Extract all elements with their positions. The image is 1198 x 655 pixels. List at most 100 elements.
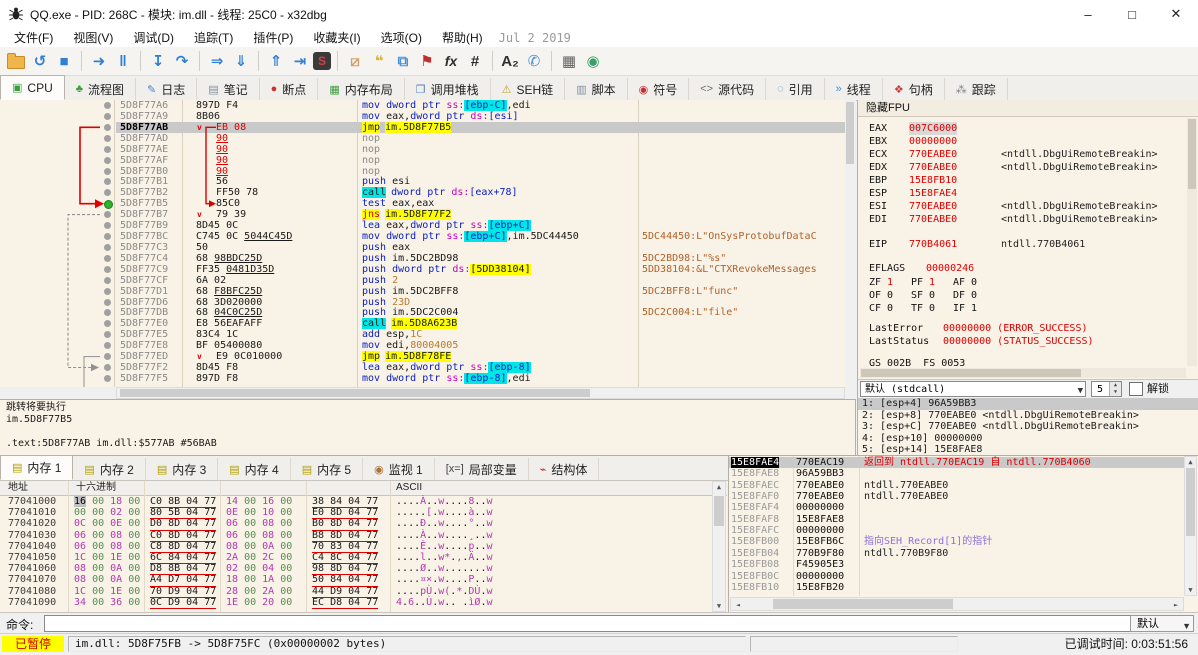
hex-byte[interactable]: 10	[262, 507, 274, 518]
hex-byte[interactable]: 8D	[330, 563, 342, 574]
hex-byte[interactable]: D9	[168, 586, 180, 597]
hex-byte[interactable]: 00	[92, 507, 104, 518]
hex-byte[interactable]: 77	[366, 541, 378, 552]
hex-byte[interactable]: 36	[110, 597, 122, 608]
hex-byte[interactable]: 06	[226, 530, 238, 541]
tab-mem3[interactable]: ▤ 内存 3	[146, 458, 219, 480]
register-row[interactable]: LastStatus 00000000 (STATUS_SUCCESS)	[858, 335, 1198, 348]
register-row[interactable]: EBP 15E8FB10	[858, 174, 1198, 187]
disasm-row[interactable]: 5D8F77E8 BF 05400080 mov edi,80004005	[116, 340, 845, 351]
pause-icon[interactable]: ‖	[112, 50, 134, 72]
step-into-icon[interactable]: ↧	[147, 50, 169, 72]
disasm-row[interactable]: 5D8F77C3 50 push eax	[116, 242, 845, 253]
hex-byte[interactable]: C8	[150, 541, 162, 552]
register-value[interactable]: 00000000 (STATUS_SUCCESS)	[943, 335, 1094, 348]
disasm-row[interactable]: 5D8F77B5 85C0 test eax,eax	[116, 198, 845, 209]
hex-byte[interactable]: 04	[348, 586, 360, 597]
hex-byte[interactable]: 8C	[330, 552, 342, 563]
hex-byte[interactable]: 8D	[330, 507, 342, 518]
run-icon[interactable]: ➜	[88, 50, 110, 72]
bookmarks-icon[interactable]: ⚑	[416, 50, 438, 72]
hex-byte[interactable]: D9	[330, 586, 342, 597]
strings-icon[interactable]: A₂	[499, 50, 521, 72]
registers-hscrollbar[interactable]	[860, 368, 1186, 378]
hex-byte[interactable]: 04	[186, 530, 198, 541]
hex-byte[interactable]: 00	[244, 597, 256, 608]
hex-byte[interactable]: 04	[186, 507, 198, 518]
hide-fpu-button[interactable]: 隐藏FPU	[858, 100, 1198, 117]
tab-call-stack[interactable]: ❐ 调用堆栈	[405, 78, 491, 100]
hex-byte[interactable]: 00	[92, 552, 104, 563]
tab-cpu[interactable]: ▣ CPU	[0, 75, 65, 100]
menu-item-3[interactable]: 追踪(T)	[184, 28, 243, 47]
scrollbar-thumb[interactable]	[773, 599, 953, 609]
tab-script[interactable]: ▥ 脚本	[565, 78, 628, 100]
tab-memory-map[interactable]: ▦ 内存布局	[318, 78, 405, 100]
hex-byte[interactable]: 02	[226, 563, 238, 574]
scroll-down-icon[interactable]: ▼	[713, 602, 725, 610]
hex-byte[interactable]: 04	[186, 518, 198, 529]
disasm-row[interactable]: 5D8F77B1 56 push esi	[116, 176, 845, 187]
hex-byte[interactable]: D7	[168, 574, 180, 585]
hex-byte[interactable]: 77	[204, 507, 216, 518]
disasm-row[interactable]: 5D8F77E0 E8 56EAFAFF call im.5D8A623B	[116, 318, 845, 330]
hex-byte[interactable]: 00	[280, 563, 292, 574]
stack-row[interactable]: 15E8FAE8 96A59BB3	[729, 468, 1184, 479]
hex-byte[interactable]: 00	[128, 507, 140, 518]
hex-byte[interactable]: 70	[312, 541, 324, 552]
hex-byte[interactable]: 02	[110, 507, 122, 518]
hex-byte[interactable]: 6C	[150, 552, 162, 563]
scroll-right-icon[interactable]: ►	[1171, 601, 1181, 609]
register-row[interactable]: LastError 00000000 (ERROR_SUCCESS)	[858, 322, 1198, 335]
hex-byte[interactable]: 04	[186, 597, 198, 608]
register-row[interactable]: EDX 770EABE0 <ntdll.DbgUiRemoteBreakin>	[858, 161, 1198, 174]
hex-byte[interactable]: 00	[128, 552, 140, 563]
scroll-down-icon[interactable]: ▼	[1185, 586, 1196, 594]
hex-byte[interactable]: 00	[92, 518, 104, 529]
register-row[interactable]: EAX 007C6000	[858, 122, 1198, 135]
hex-byte[interactable]: C0	[150, 530, 162, 541]
hex-byte[interactable]: D8	[330, 597, 342, 608]
disasm-row[interactable]: 5D8F77F5 897D F8 mov dword ptr ss:[ebp-8],…	[116, 373, 845, 384]
hex-byte[interactable]: 00	[92, 530, 104, 541]
memory-row[interactable]: 77041090 34 00 36 00 0C D9 04 77 1E 00 20 0…	[0, 597, 727, 609]
hex-byte[interactable]: 84	[168, 552, 180, 563]
hex-byte[interactable]: 8D	[168, 518, 180, 529]
hex-byte[interactable]: C0	[150, 496, 162, 507]
hex-byte[interactable]: 77	[204, 552, 216, 563]
scrollbar-thumb[interactable]	[846, 102, 854, 164]
hex-byte[interactable]: 00	[92, 597, 104, 608]
disasm-row[interactable]: 5D8F77AD 90 nop	[116, 133, 845, 144]
registers-vscrollbar[interactable]	[1187, 118, 1197, 366]
disasm-row[interactable]: 5D8F77CF 6A 02 push 2	[116, 275, 845, 286]
hex-byte[interactable]: B0	[312, 518, 324, 529]
register-value[interactable]: 770EABE0	[909, 161, 957, 174]
stack-row[interactable]: 15E8FAFC 00000000	[729, 525, 1184, 536]
memory-row[interactable]: 77041060 08 00 0A 00 D8 8B 04 77 02 00 04 0…	[0, 563, 727, 576]
hex-byte[interactable]: 00	[128, 496, 140, 507]
tab-references[interactable]: ◌ 引用	[766, 78, 825, 100]
tab-watch1[interactable]: ◉ 监视 1	[363, 458, 435, 480]
stack-row[interactable]: 15E8FB00 15E8FB6C 指向SEH_Record[1]的指针	[729, 536, 1184, 547]
labels-icon[interactable]: ⧉	[392, 50, 414, 72]
memory-dump-panel[interactable]: 地址 十六进制 ASCII 77041000 16 00 18 00 C0 8B 0…	[0, 481, 727, 612]
register-value[interactable]: 15E8FAE4	[909, 187, 957, 200]
tab-seh[interactable]: ⚠ SEH链	[491, 78, 566, 100]
tab-log[interactable]: ✎ 日志	[136, 78, 198, 100]
hex-byte[interactable]: 00	[92, 541, 104, 552]
stack-row[interactable]: 15E8FAEC 770EABE0 ntdll.770EABE0	[729, 480, 1184, 491]
hex-byte[interactable]: 8B	[168, 563, 180, 574]
hex-byte[interactable]: 08	[262, 530, 274, 541]
hex-byte[interactable]: 04	[186, 574, 198, 585]
hex-byte[interactable]: 00	[280, 586, 292, 597]
hex-byte[interactable]: 00	[280, 530, 292, 541]
spinner-arrows-icon[interactable]: ▲ ▼	[1109, 382, 1121, 396]
disasm-row[interactable]: 5D8F77F2 8D45 F8 lea eax,dword ptr ss:[ebp…	[116, 362, 845, 374]
hex-byte[interactable]: 00	[128, 541, 140, 552]
hex-byte[interactable]: 00	[128, 574, 140, 585]
register-value[interactable]: 770EABE0	[909, 200, 957, 213]
tab-threads[interactable]: » 线程	[825, 78, 883, 100]
open-file-icon[interactable]	[5, 50, 27, 72]
stack-row[interactable]: 15E8FAF8 15E8FAE8	[729, 514, 1184, 525]
scroll-up-icon[interactable]: ▲	[1185, 458, 1196, 466]
